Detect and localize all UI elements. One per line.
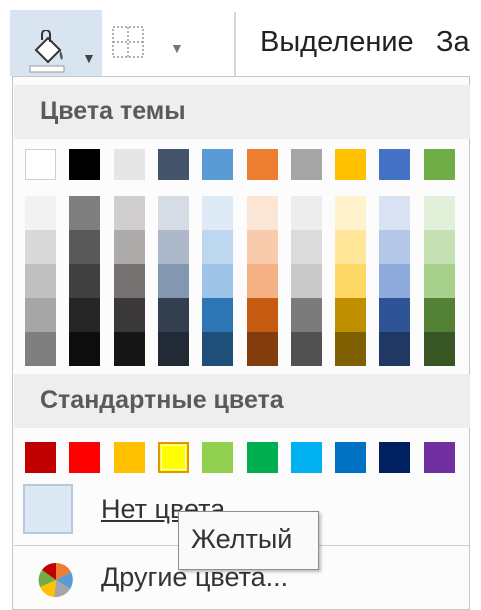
standard-colors-title: Стандартные цвета [40, 386, 284, 414]
standard-color-swatch[interactable] [423, 442, 455, 473]
theme-tint-swatch[interactable] [379, 196, 411, 230]
theme-tint-swatch[interactable] [379, 230, 411, 264]
theme-tint-swatch[interactable] [69, 230, 101, 264]
theme-colors-title: Цвета темы [40, 97, 186, 125]
theme-tint-swatch[interactable] [202, 332, 234, 366]
theme-tint-swatch[interactable] [25, 196, 56, 230]
theme-color-swatch[interactable] [423, 149, 455, 180]
select-menu-label[interactable]: Выделение [260, 26, 414, 59]
theme-tint-swatch[interactable] [157, 264, 189, 298]
theme-color-swatch[interactable] [335, 149, 367, 180]
theme-tint-swatch[interactable] [335, 298, 367, 332]
theme-tint-swatch[interactable] [335, 230, 367, 264]
theme-tint-swatch[interactable] [157, 196, 189, 230]
theme-tint-swatch[interactable] [113, 332, 145, 366]
standard-color-swatch[interactable] [379, 442, 411, 473]
theme-tint-swatch[interactable] [113, 230, 145, 264]
theme-tint-swatch[interactable] [246, 264, 278, 298]
theme-tint-swatch[interactable] [69, 264, 101, 298]
theme-tint-swatch[interactable] [25, 264, 56, 298]
theme-tint-swatch[interactable] [25, 230, 56, 264]
theme-colors-header: Цвета темы [14, 85, 470, 139]
theme-tint-swatch[interactable] [157, 332, 189, 366]
theme-tint-swatch[interactable] [246, 230, 278, 264]
theme-tint-swatch[interactable] [423, 264, 455, 298]
standard-color-swatch[interactable] [290, 442, 322, 473]
theme-color-swatch[interactable] [25, 149, 56, 180]
standard-colors-header: Стандартные цвета [14, 374, 470, 428]
theme-tint-swatch[interactable] [69, 298, 101, 332]
theme-tint-swatch[interactable] [202, 230, 234, 264]
next-menu-label[interactable]: За [436, 26, 470, 59]
paint-bucket-icon [29, 30, 65, 73]
standard-color-swatch[interactable] [157, 442, 189, 473]
theme-color-swatch[interactable] [246, 149, 278, 180]
theme-tint-swatch[interactable] [290, 230, 322, 264]
theme-tint-swatch[interactable] [157, 230, 189, 264]
chevron-down-icon[interactable]: ▼ [170, 40, 184, 56]
theme-tint-swatch[interactable] [335, 196, 367, 230]
ribbon-separator [234, 12, 236, 76]
theme-tint-swatch[interactable] [423, 332, 455, 366]
theme-tint-swatch[interactable] [290, 264, 322, 298]
theme-tint-swatch[interactable] [202, 298, 234, 332]
theme-tint-swatch[interactable] [246, 196, 278, 230]
standard-color-swatch[interactable] [113, 442, 145, 473]
theme-tint-swatch[interactable] [25, 298, 56, 332]
theme-tint-swatch[interactable] [202, 264, 234, 298]
theme-tint-swatch[interactable] [335, 264, 367, 298]
standard-color-swatch[interactable] [246, 442, 278, 473]
theme-tint-swatch[interactable] [157, 298, 189, 332]
standard-color-swatch[interactable] [69, 442, 101, 473]
theme-tint-swatch[interactable] [379, 298, 411, 332]
theme-color-swatch[interactable] [157, 149, 189, 180]
theme-tint-swatch[interactable] [113, 196, 145, 230]
theme-tint-swatch[interactable] [25, 332, 56, 366]
theme-tint-swatch[interactable] [290, 196, 322, 230]
theme-tint-swatch[interactable] [290, 298, 322, 332]
borders-icon[interactable] [110, 24, 146, 60]
standard-color-swatch[interactable] [202, 442, 234, 473]
no-color-swatch[interactable] [23, 484, 73, 534]
theme-color-swatch[interactable] [202, 149, 234, 180]
tooltip-text: Желтый [191, 524, 293, 554]
theme-tint-swatch[interactable] [423, 196, 455, 230]
standard-color-swatch[interactable] [335, 442, 367, 473]
chevron-down-icon[interactable]: ▼ [82, 50, 96, 66]
theme-tint-swatch[interactable] [379, 332, 411, 366]
theme-tint-swatch[interactable] [69, 332, 101, 366]
ribbon: ▼ ▼ Выделение За [0, 0, 481, 78]
theme-tint-swatch[interactable] [246, 332, 278, 366]
theme-tint-swatch[interactable] [423, 230, 455, 264]
theme-tint-swatch[interactable] [246, 298, 278, 332]
color-palette-icon [38, 562, 73, 598]
fill-color-button[interactable]: ▼ [10, 10, 102, 76]
theme-color-swatch[interactable] [69, 149, 101, 180]
theme-color-swatch[interactable] [290, 149, 322, 180]
theme-tint-swatch[interactable] [379, 264, 411, 298]
theme-color-swatch[interactable] [113, 149, 145, 180]
theme-tint-swatch[interactable] [113, 264, 145, 298]
theme-tint-swatch[interactable] [113, 298, 145, 332]
standard-color-swatch[interactable] [25, 442, 56, 473]
theme-tint-swatch[interactable] [290, 332, 322, 366]
theme-tint-swatch[interactable] [423, 298, 455, 332]
theme-tint-swatch[interactable] [335, 332, 367, 366]
color-tooltip: Желтый [178, 511, 319, 570]
theme-color-swatch[interactable] [379, 149, 411, 180]
theme-tint-swatch[interactable] [202, 196, 234, 230]
theme-tint-swatch[interactable] [69, 196, 101, 230]
